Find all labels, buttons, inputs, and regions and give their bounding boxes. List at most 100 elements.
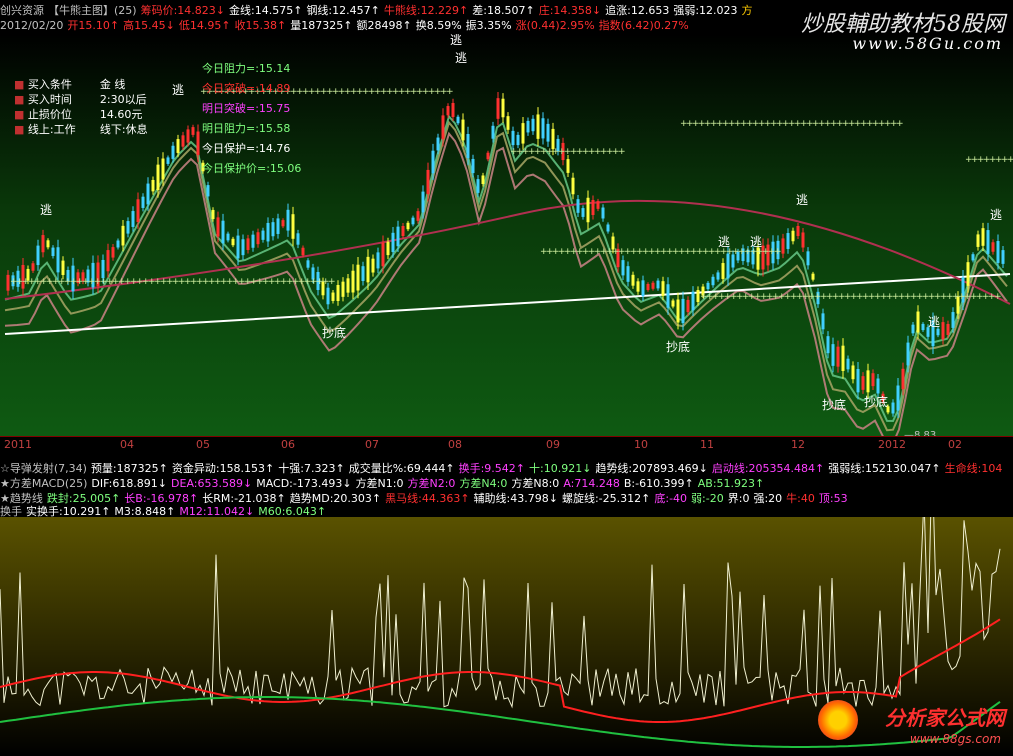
candle-body xyxy=(691,291,695,311)
info-field: 强弱线:152130.047↑ xyxy=(828,462,941,475)
candle-body xyxy=(1001,250,1005,264)
candle-body xyxy=(271,222,275,237)
info-field: 量187325↑ xyxy=(290,19,353,32)
candle-body xyxy=(46,240,50,248)
candle-body xyxy=(511,130,515,146)
escape-label: 逃 xyxy=(718,235,730,249)
candle-body xyxy=(331,292,335,301)
candle-body xyxy=(921,323,925,331)
plus-marker: + xyxy=(1007,155,1013,165)
candle-body xyxy=(236,235,240,259)
buy-condition-row: ■ 线上:工作 线下:休息 xyxy=(14,121,148,136)
bullet-icon: ■ xyxy=(14,93,28,106)
plus-marker: + xyxy=(328,277,336,287)
candle-body xyxy=(326,287,330,305)
info-field: MACD:-173.493↓ xyxy=(256,477,352,490)
candle-body xyxy=(426,169,430,195)
candle-body xyxy=(906,342,910,366)
candle-body xyxy=(366,256,370,283)
info-field: AB:51.923↑ xyxy=(697,477,765,490)
candle-body xyxy=(946,323,950,336)
info-field: 创兴资源 xyxy=(0,4,44,17)
info-field: 方差N4:0 xyxy=(459,477,508,490)
candle-body xyxy=(826,336,830,354)
level-row: 今日保护=:14.76 xyxy=(202,142,291,155)
candle-body xyxy=(106,250,110,272)
buy-condition-row: ■ 买入条件 金 线 xyxy=(14,76,148,91)
candle-body xyxy=(51,247,55,257)
info-field: ☆导弹发射(7,34) xyxy=(0,462,87,475)
candle-body xyxy=(256,232,260,245)
condition-value: 2:30以后 xyxy=(99,93,147,106)
candle-body xyxy=(676,299,680,323)
candle-body xyxy=(191,127,195,135)
escape-label: 逃 xyxy=(450,34,462,47)
candle-body xyxy=(541,118,545,139)
condition-label: 线上:工作 xyxy=(27,123,76,136)
candle-body xyxy=(161,158,165,180)
candle-body xyxy=(981,228,985,246)
watermark-88gs-url: www.88gs.com xyxy=(909,732,1001,746)
candle-body xyxy=(416,211,420,221)
candle-body xyxy=(451,102,455,118)
candle-body xyxy=(156,164,160,191)
candle-body xyxy=(716,272,720,280)
info-field: 指数(6.42)0.27% xyxy=(598,19,689,32)
candle-body xyxy=(476,179,480,193)
candle-body xyxy=(56,247,60,273)
candle-body xyxy=(971,254,975,261)
time-tick: 09 xyxy=(546,438,560,451)
candle-body xyxy=(291,214,295,239)
candle-body xyxy=(391,232,395,252)
info-field: 资金异动:158.153↑ xyxy=(171,462,275,475)
candle-body xyxy=(336,285,340,301)
condition-label: 买入时间 xyxy=(27,93,72,106)
level-row: 明日阻力=:15.58 xyxy=(202,122,291,135)
candle-body xyxy=(131,211,135,227)
candle-body xyxy=(576,199,580,213)
info-field: 成交量比%:69.444↑ xyxy=(348,462,455,475)
info-field: 启动线:205354.484↑ xyxy=(711,462,825,475)
candle-body xyxy=(536,114,540,139)
candle-body xyxy=(481,175,485,185)
candle-body xyxy=(126,221,130,234)
support-resistance-panel: 今日阻力=:15.14 今日突破=:14.89 明日突破=:15.75 明日阻力=:1… xyxy=(202,60,301,180)
candle-body xyxy=(146,183,150,205)
candle-body xyxy=(606,224,610,232)
escape-label: 逃 xyxy=(455,51,467,65)
turnover-subchart[interactable] xyxy=(0,457,1013,756)
info-field: 2012/02/20 xyxy=(0,19,64,32)
condition-value: 金 线 xyxy=(99,78,126,91)
candle-body xyxy=(806,251,810,266)
candle-body xyxy=(566,159,570,173)
info-field: 追涨:12.653 xyxy=(605,4,670,17)
info-field: 换8.59% xyxy=(415,19,462,32)
candle-body xyxy=(241,239,245,256)
candle-body xyxy=(381,242,385,267)
candle-body xyxy=(811,273,815,280)
candle-body xyxy=(651,282,655,289)
buy-conditions-panel: ■ 买入条件金 线 ■ 买入时间 2:30以后 ■ 止损价位 14.60元 ■ 线上:工作… xyxy=(14,76,148,136)
candle-body xyxy=(601,207,605,219)
candle-body xyxy=(531,118,535,132)
info-field: 振3.35% xyxy=(465,19,512,32)
candle-body xyxy=(986,230,990,254)
main-price-chart[interactable]: + + + + + + + + + + + + + + + + + + + + + + + + + + + + + + + + + + + + + + + +… xyxy=(0,33,1013,446)
condition-value: 线下:休息 xyxy=(99,123,148,136)
cost-line xyxy=(4,199,1011,305)
info-field: 预量:187325↑ xyxy=(90,462,168,475)
candle-body xyxy=(686,299,690,313)
watermark-88gs: 分析家公式网 xyxy=(885,706,1005,730)
candle-body xyxy=(116,240,120,248)
info-field: 开15.10↑ xyxy=(67,19,120,32)
candle-body xyxy=(436,137,440,151)
time-axis: 2011 04 05 06 07 08 09 10 11 12 2012 02 xyxy=(0,436,1013,459)
price-chart-svg: ++++++++++++++++++++++++++++++++++++++++… xyxy=(4,33,1013,446)
candle-body xyxy=(636,281,640,292)
watermark-88gs-logo xyxy=(818,700,858,740)
time-tick: 02 xyxy=(948,438,962,451)
candle-body xyxy=(226,233,230,241)
candle-body xyxy=(466,133,470,159)
info-field: 低14.95↑ xyxy=(178,19,231,32)
escape-label: 逃 xyxy=(172,83,184,97)
